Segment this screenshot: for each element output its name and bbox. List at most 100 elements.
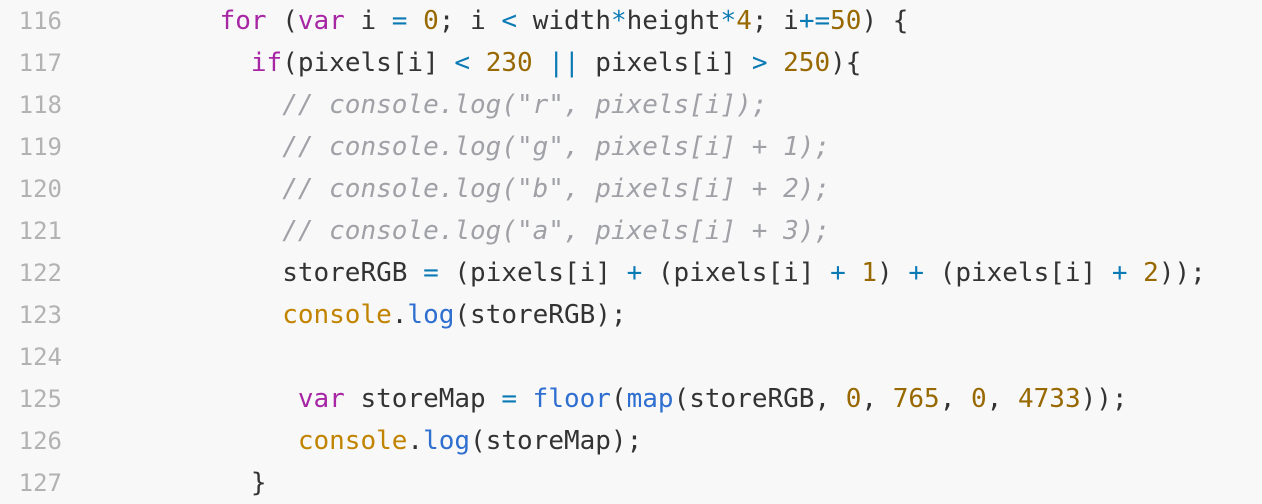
line-number: 126 [18,427,62,455]
code-token: (pixels[i] [642,258,831,288]
code-token: storeMap [344,384,502,414]
code-text[interactable]: // console.log("r", pixels[i]); [110,84,767,126]
code-token: 0 [971,384,987,414]
code-line[interactable]: 116 for (var i = 0; i < width*height*4; … [0,0,1262,42]
code-token: var [297,384,345,414]
code-line[interactable]: 121 // console.log("a", pixels[i] + 3); [0,210,1262,252]
code-line[interactable]: 119 // console.log("g", pixels[i] + 1); [0,126,1262,168]
code-token: . [391,300,408,330]
code-text[interactable]: // console.log("g", pixels[i] + 1); [110,126,830,168]
code-token: = [391,6,408,36]
code-token: 2 [1143,258,1159,288]
code-token: 250 [783,48,831,78]
code-text[interactable]: for (var i = 0; i < width*height*4; i+=5… [110,0,909,42]
code-token: , [986,384,1018,414]
code-token: + [908,258,925,288]
code-token: width [517,6,611,36]
code-text[interactable]: console.log(storeRGB); [110,294,627,336]
code-token: ( [610,384,627,414]
code-token: console [297,426,408,456]
code-token: 1 [861,258,878,288]
code-line[interactable]: 118 // console.log("r", pixels[i]); [0,84,1262,126]
code-line[interactable]: 125 var storeMap = floor(map(storeRGB, 0… [0,378,1262,420]
line-number: 124 [18,343,62,371]
code-text[interactable]: console.log(storeMap); [110,420,642,462]
code-token: ) [877,258,909,288]
code-token: += [798,6,831,36]
line-number: 122 [18,259,62,287]
code-token: (pixels[i] [282,48,455,78]
code-text[interactable]: var storeMap = floor(map(storeRGB, 0, 76… [110,378,1128,420]
code-token: 765 [892,384,940,414]
code-token: < [501,6,518,36]
line-number: 119 [18,133,62,161]
code-token: (storeMap); [470,426,643,456]
code-line[interactable]: 124 [0,336,1262,378]
code-token: // console.log("b", pixels[i] + 2); [282,174,831,204]
code-line[interactable]: 123 console.log(storeRGB); [0,294,1262,336]
code-text[interactable]: } [110,462,267,504]
code-line[interactable]: 126 console.log(storeMap); [0,420,1262,462]
code-token: = [501,384,518,414]
code-token: )); [1158,258,1206,288]
code-line[interactable]: 122 storeRGB = (pixels[i] + (pixels[i] +… [0,252,1262,294]
code-token: * [610,6,627,36]
code-token: 4733 [1017,384,1081,414]
code-text[interactable]: if(pixels[i] < 230 || pixels[i] > 250){ [110,42,862,84]
code-token: 230 [485,48,533,78]
code-token: (pixels[i] [438,258,627,288]
code-token: (storeRGB); [454,300,627,330]
code-token: ) { [861,6,909,36]
code-token: // console.log("g", pixels[i] + 1); [282,132,831,162]
code-token: + [1111,258,1128,288]
code-token: var [297,6,345,36]
code-token: floor [532,384,611,414]
code-line[interactable]: 117 if(pixels[i] < 230 || pixels[i] > 25… [0,42,1262,84]
code-token: height [626,6,721,36]
code-token: 50 [830,6,862,36]
code-token: , [939,384,972,414]
line-number: 123 [18,301,62,329]
line-number: 121 [18,217,62,245]
code-line[interactable]: 120 // console.log("b", pixels[i] + 2); [0,168,1262,210]
code-token: log [407,300,455,330]
code-line[interactable]: 127 } [0,462,1262,504]
line-number: 116 [18,7,62,35]
line-number: 120 [18,175,62,203]
code-token: // console.log("a", pixels[i] + 3); [282,216,831,246]
code-token: pixels[i] [579,48,752,78]
code-token: . [407,426,424,456]
code-token: )); [1080,384,1128,414]
code-text[interactable]: // console.log("a", pixels[i] + 3); [110,210,830,252]
code-token: ( [266,6,298,36]
code-token: storeRGB [282,258,424,288]
code-token: 4 [736,6,752,36]
code-token: for [219,6,267,36]
code-token: (storeRGB, [673,384,846,414]
code-token: ; i [438,6,502,36]
code-token: + [626,258,643,288]
code-token: // console.log("r", pixels[i]); [282,90,768,120]
code-editor[interactable]: 116 for (var i = 0; i < width*height*4; … [0,0,1262,502]
code-token: = [423,258,439,288]
line-number: 118 [18,91,62,119]
code-token: * [720,6,737,36]
code-token: map [626,384,674,414]
code-token: , [861,384,893,414]
code-text[interactable]: // console.log("b", pixels[i] + 2); [110,168,830,210]
code-token: i [344,6,392,36]
code-token: } [250,468,267,498]
code-token: 0 [423,6,439,36]
line-number: 125 [18,385,62,413]
code-token: (pixels[i] [924,258,1112,288]
code-text[interactable]: storeRGB = (pixels[i] + (pixels[i] + 1) … [110,252,1206,294]
code-token: if [250,48,283,78]
code-token: ){ [830,48,862,78]
